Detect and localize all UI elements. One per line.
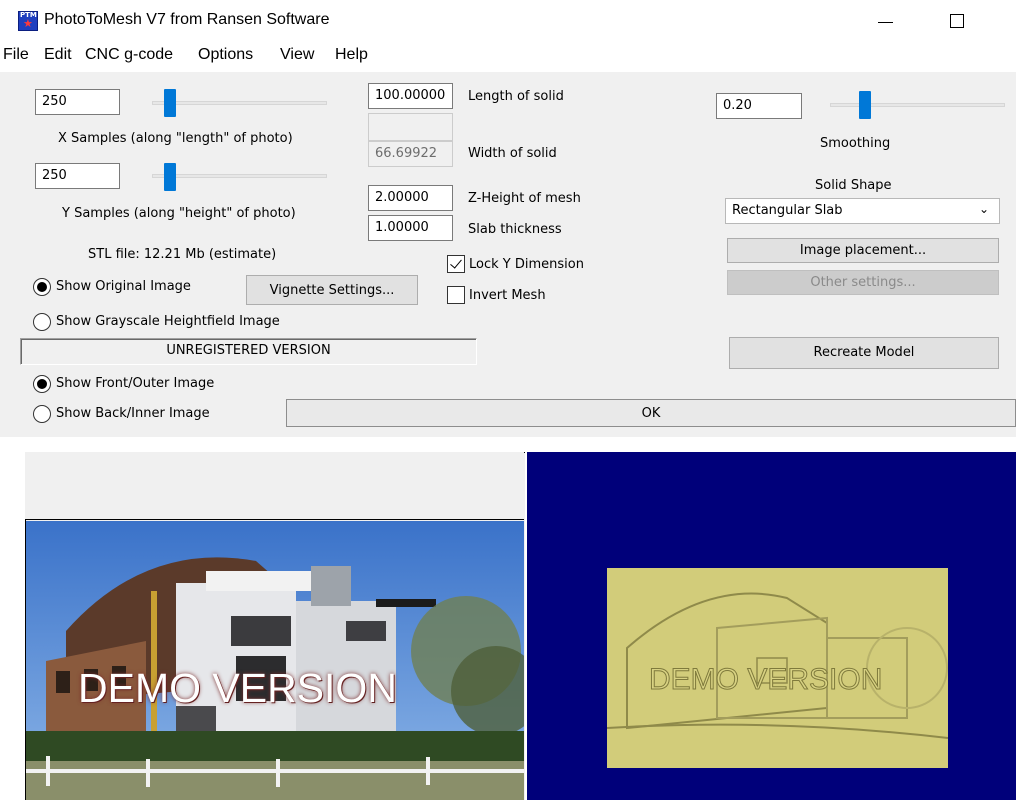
slab-thickness-input[interactable]: 1.00000 [368,215,453,241]
y-samples-slider-track[interactable] [152,174,327,178]
photo-watermark: DEMO VERSION [78,665,397,711]
show-grayscale-label: Show Grayscale Heightfield Image [56,314,280,329]
show-front-radio[interactable] [33,375,51,393]
registration-status: UNREGISTERED VERSION [20,338,477,365]
menu-options[interactable]: Options [198,46,253,64]
ok-button[interactable]: OK [286,399,1016,427]
width-input: 66.69922 [368,141,453,167]
title-bar: PTM ★ PhotoToMesh V7 from Ransen Softwar… [0,0,1016,42]
x-samples-input[interactable]: 250 [35,89,120,115]
show-original-radio[interactable] [33,278,51,296]
menu-edit[interactable]: Edit [44,46,72,64]
smoothing-slider-thumb[interactable] [859,91,871,119]
smoothing-label: Smoothing [820,136,891,151]
y-samples-label: Y Samples (along "height" of photo) [62,206,296,221]
width-blank-field [368,113,453,141]
show-back-radio[interactable] [33,405,51,423]
z-height-input[interactable]: 2.00000 [368,185,453,211]
house-photo: DEMO VERSION [26,521,524,800]
other-settings-button: Other settings... [727,270,999,295]
solid-shape-label: Solid Shape [815,178,892,193]
length-label: Length of solid [468,89,564,104]
lock-y-label: Lock Y Dimension [469,257,584,272]
relief-mesh-preview: DEMO VERSION [607,568,948,768]
relief-watermark: DEMO VERSION [648,663,883,697]
width-label: Width of solid [468,146,557,161]
recreate-model-button[interactable]: Recreate Model [729,337,999,369]
minimize-button[interactable] [860,2,912,40]
y-samples-slider-thumb[interactable] [163,163,176,191]
z-height-label: Z-Height of mesh [468,191,581,206]
length-input[interactable]: 100.00000 [368,83,453,109]
solid-shape-value: Rectangular Slab [732,203,843,218]
smoothing-slider-track[interactable] [830,103,1005,107]
invert-mesh-checkbox[interactable] [447,286,465,304]
image-pane-blank-area [25,452,524,520]
show-back-label: Show Back/Inner Image [56,406,210,421]
show-original-label: Show Original Image [56,279,191,294]
stl-estimate: STL file: 12.21 Mb (estimate) [88,247,277,262]
chevron-down-icon: ⌄ [978,202,989,216]
smoothing-input[interactable]: 0.20 [716,93,802,119]
maximize-button[interactable] [932,2,984,40]
show-front-label: Show Front/Outer Image [56,376,215,391]
menu-file[interactable]: File [3,46,29,64]
lock-y-checkbox[interactable] [447,255,465,273]
x-samples-slider-track[interactable] [152,101,327,105]
image-placement-button[interactable]: Image placement... [727,238,999,263]
controls-panel: 250 X Samples (along "length" of photo) … [0,72,1016,437]
y-samples-input[interactable]: 250 [35,163,120,189]
x-samples-slider-thumb[interactable] [163,89,176,117]
invert-mesh-label: Invert Mesh [469,288,546,303]
slab-thickness-label: Slab thickness [468,222,562,237]
menu-view[interactable]: View [280,46,314,64]
menu-bar: File Edit CNC g-code Options View Help [0,43,1016,71]
show-grayscale-radio[interactable] [33,313,51,331]
menu-cnc[interactable]: CNC g-code [85,46,173,64]
x-samples-label: X Samples (along "length" of photo) [58,131,293,146]
window-title: PhotoToMesh V7 from Ransen Software [44,11,330,28]
menu-help[interactable]: Help [335,46,368,64]
vignette-settings-button[interactable]: Vignette Settings... [246,275,418,305]
app-icon: PTM ★ [18,11,38,31]
solid-shape-dropdown[interactable]: Rectangular Slab ⌄ [725,198,1000,224]
